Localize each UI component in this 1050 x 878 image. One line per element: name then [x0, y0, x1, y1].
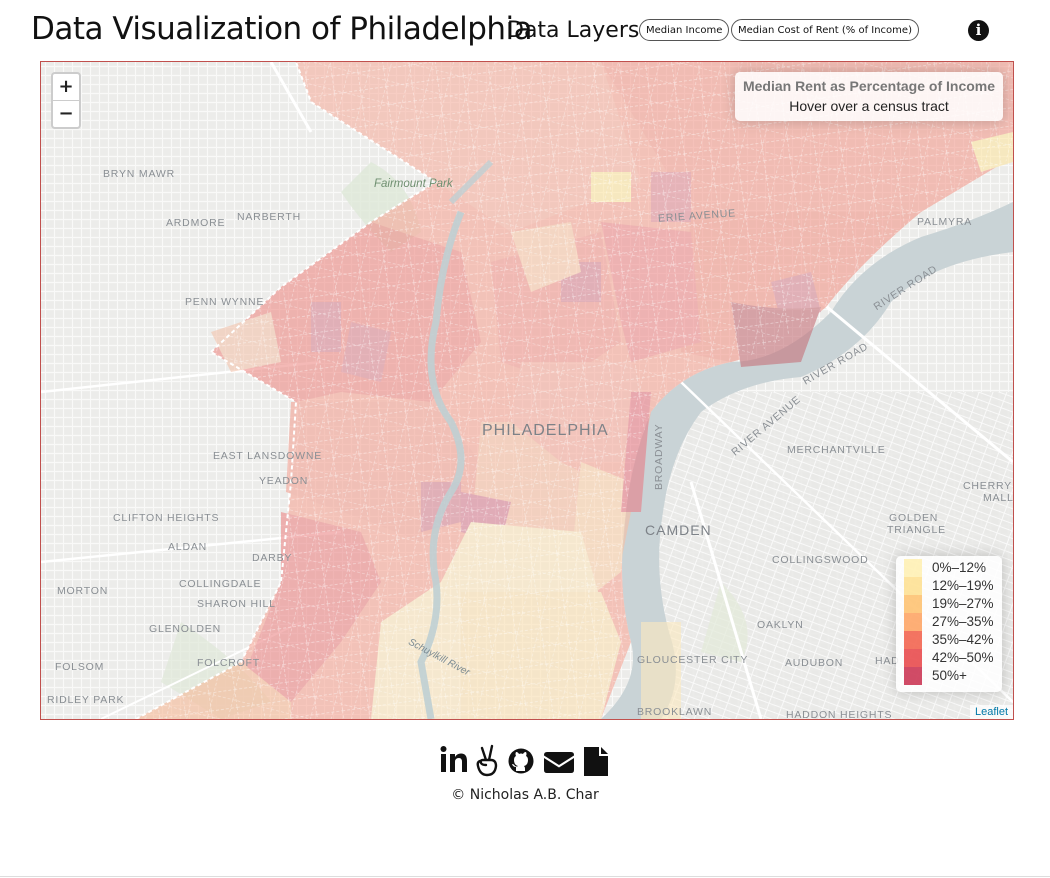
- legend-label: 0%–12%: [932, 560, 987, 575]
- place-label: YEADON: [259, 475, 309, 487]
- angellist-icon[interactable]: [474, 744, 500, 778]
- place-label: PALMYRA: [917, 216, 973, 228]
- zoom-control: + −: [51, 72, 81, 129]
- place-label: BRYN MAWR: [103, 168, 175, 180]
- place-label: TRIANGLE: [887, 524, 946, 536]
- leaflet-attribution-link[interactable]: Leaflet: [969, 705, 1013, 719]
- place-label: BROOKLAWN: [637, 706, 713, 718]
- map[interactable]: BRYN MAWR Fairmount Park ARDMORE NARBERT…: [40, 61, 1014, 720]
- map-info-box: Median Rent as Percentage of Income Hove…: [735, 72, 1003, 121]
- github-icon[interactable]: [507, 744, 535, 778]
- legend-label: 12%–19%: [932, 578, 994, 593]
- legend-label: 42%–50%: [932, 650, 994, 665]
- legend-label: 50%+: [932, 668, 967, 683]
- place-label: PHILADELPHIA: [482, 422, 609, 439]
- info-box-heading: Median Rent as Percentage of Income: [742, 78, 996, 94]
- place-label: RIDLEY PARK: [47, 694, 125, 706]
- place-label: DARBY: [252, 552, 293, 564]
- median-rent-button[interactable]: Median Cost of Rent (% of Income): [731, 19, 919, 41]
- place-label: FOLSOM: [55, 661, 105, 673]
- email-icon[interactable]: [543, 744, 575, 778]
- place-label: Fairmount Park: [374, 178, 453, 190]
- median-income-button[interactable]: Median Income: [639, 19, 730, 41]
- copyright-text: © Nicholas A.B. Char: [451, 787, 599, 803]
- legend-swatch: [904, 577, 922, 595]
- linkedin-icon[interactable]: [440, 744, 468, 778]
- map-legend: 0%–12% 12%–19% 19%–27% 27%–35% 35%–42% 4…: [896, 556, 1002, 692]
- map-basemap: [41, 62, 1013, 719]
- place-label: BROADWAY: [653, 423, 665, 491]
- resume-file-icon[interactable]: [582, 744, 610, 778]
- place-label: CLIFTON HEIGHTS: [113, 512, 220, 524]
- place-label: GLOUCESTER CITY: [637, 654, 749, 666]
- place-label: GOLDEN: [889, 512, 939, 524]
- legend-item: 12%–19%: [904, 577, 1004, 595]
- place-label: MALL: [983, 492, 1014, 504]
- place-label: FOLCROFT: [197, 657, 260, 669]
- place-label: OAKLYN: [757, 619, 804, 631]
- legend-label: 35%–42%: [932, 632, 994, 647]
- legend-item: 0%–12%: [904, 559, 1004, 577]
- legend-swatch: [904, 667, 922, 685]
- legend-label: 19%–27%: [932, 596, 994, 611]
- legend-swatch: [904, 559, 922, 577]
- place-label: HADDON HEIGHTS: [786, 709, 893, 720]
- legend-label: 27%–35%: [932, 614, 994, 629]
- info-box-subtext: Hover over a census tract: [789, 98, 949, 114]
- place-label: SHARON HILL: [197, 598, 276, 610]
- legend-swatch: [904, 649, 922, 667]
- legend-item: 42%–50%: [904, 649, 1004, 667]
- legend-item: 19%–27%: [904, 595, 1004, 613]
- place-label: CAMDEN: [645, 522, 712, 538]
- legend-item: 35%–42%: [904, 631, 1004, 649]
- legend-item: 27%–35%: [904, 613, 1004, 631]
- place-label: AUDUBON: [785, 657, 844, 669]
- bottom-divider: [0, 876, 1050, 877]
- info-circle-icon[interactable]: i: [968, 20, 989, 41]
- place-label: COLLINGDALE: [179, 578, 262, 590]
- header: Data Visualization of Philadelphia Data …: [0, 0, 1050, 62]
- page-title: Data Visualization of Philadelphia: [31, 11, 533, 47]
- place-label: PENN WYNNE: [185, 296, 265, 308]
- place-label: CHERRY H: [963, 480, 1013, 492]
- place-label: NARBERTH: [237, 211, 301, 223]
- place-label: COLLINGSWOOD: [772, 554, 869, 566]
- zoom-in-button[interactable]: +: [53, 74, 79, 100]
- legend-item: 50%+: [904, 667, 1004, 685]
- legend-swatch: [904, 631, 922, 649]
- place-label: EAST LANSDOWNE: [213, 450, 323, 462]
- data-layers-label: Data Layers:: [507, 18, 647, 43]
- legend-swatch: [904, 613, 922, 631]
- place-label: GLENOLDEN: [149, 623, 221, 635]
- place-label: MERCHANTVILLE: [787, 444, 886, 456]
- place-label: ARDMORE: [166, 217, 226, 229]
- place-label: MORTON: [57, 585, 109, 597]
- legend-swatch: [904, 595, 922, 613]
- place-label: ALDAN: [168, 541, 208, 553]
- zoom-out-button[interactable]: −: [53, 100, 79, 127]
